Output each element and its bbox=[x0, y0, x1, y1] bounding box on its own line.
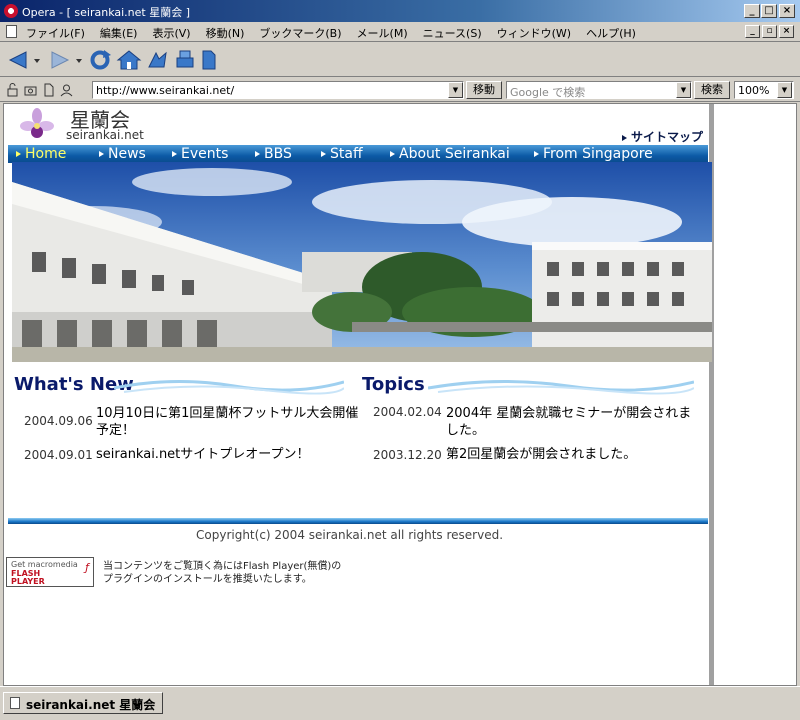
page-info-icon[interactable] bbox=[42, 83, 55, 97]
topic-item-link[interactable]: 第2回星蘭会が開会されました。 bbox=[446, 446, 704, 463]
flash-badge-line3: PLAYER bbox=[11, 577, 45, 586]
new-page-icon[interactable] bbox=[200, 49, 218, 71]
forward-icon[interactable] bbox=[48, 49, 72, 71]
nav-events-label: Events bbox=[181, 146, 229, 162]
forward-history-dropdown-icon[interactable] bbox=[74, 49, 84, 71]
page-viewport: 星蘭会 seirankai.net サイトマップ Home News Event… bbox=[3, 103, 797, 686]
close-button[interactable]: × bbox=[779, 4, 795, 18]
arrow-right-icon bbox=[255, 151, 260, 157]
flash-note-line2: プラグインのインストールを推奨いたします。 bbox=[103, 574, 312, 585]
footer-divider bbox=[8, 518, 708, 524]
arrow-right-icon bbox=[534, 151, 539, 157]
nav-news-label: News bbox=[108, 146, 146, 162]
print-icon[interactable] bbox=[174, 49, 196, 71]
zoom-dropdown[interactable]: ▼ bbox=[777, 82, 792, 98]
menu-navigate[interactable]: 移動(N) bbox=[206, 25, 245, 41]
security-icon[interactable] bbox=[6, 83, 19, 97]
window-title-bar: Opera - [ seirankai.net 星蘭会 ] _ □ × bbox=[0, 0, 800, 22]
search-engine-dropdown[interactable]: ▼ bbox=[676, 82, 691, 98]
menu-window[interactable]: ウィンドウ(W) bbox=[497, 25, 571, 41]
address-bar: http://www.seirankai.net/ ▼ 移動 Google で検… bbox=[0, 78, 800, 102]
copyright-text: Copyright(c) 2004 seirankai.net all righ… bbox=[196, 528, 504, 542]
page-tab[interactable]: seirankai.net 星蘭会 bbox=[3, 692, 163, 714]
nav-from-singapore[interactable]: From Singapore bbox=[534, 146, 653, 162]
news-date: 2004.09.06 bbox=[24, 414, 93, 428]
topic-item-link[interactable]: 2004年 星蘭会就職セミナーが開会されました。 bbox=[446, 405, 704, 439]
flash-badge-line1: Get macromedia bbox=[11, 560, 78, 569]
reload-icon[interactable] bbox=[88, 49, 112, 71]
menu-help[interactable]: ヘルプ(H) bbox=[586, 25, 636, 41]
arrow-right-icon bbox=[321, 151, 326, 157]
arrow-right-icon bbox=[172, 151, 177, 157]
home-icon[interactable] bbox=[116, 49, 142, 71]
address-history-dropdown[interactable]: ▼ bbox=[448, 82, 463, 98]
menu-mail[interactable]: メール(M) bbox=[357, 25, 408, 41]
flash-note-line1: 当コンテンツをご覧頂く為にはFlash Player(無償)の bbox=[103, 561, 342, 572]
mdi-restore-button[interactable]: ▫ bbox=[762, 25, 777, 38]
camera-icon[interactable] bbox=[24, 83, 37, 97]
address-input[interactable]: http://www.seirankai.net/ bbox=[92, 81, 464, 99]
nav-staff-label: Staff bbox=[330, 146, 363, 162]
page-tab-bar: seirankai.net 星蘭会 bbox=[0, 686, 800, 720]
orchid-logo-icon bbox=[20, 108, 54, 138]
arrow-right-icon bbox=[16, 151, 21, 157]
flash-player-badge[interactable]: Get macromedia FLASH PLAYER ƒ bbox=[6, 557, 94, 587]
search-input[interactable]: Google で検索 bbox=[506, 81, 692, 99]
nav-about[interactable]: About Seirankai bbox=[390, 146, 510, 162]
mdi-minimize-button[interactable]: _ bbox=[745, 25, 760, 38]
site-domain: seirankai.net bbox=[66, 128, 144, 142]
menu-edit[interactable]: 編集(E) bbox=[100, 25, 138, 41]
sitemap-label: サイトマップ bbox=[631, 130, 704, 144]
nav-bbs-label: BBS bbox=[264, 146, 292, 162]
news-item-link[interactable]: 10月10日に第1回星蘭杯フットサル大会開催予定！ bbox=[96, 405, 362, 439]
nav-from-singapore-label: From Singapore bbox=[543, 146, 653, 162]
opera-logo-icon bbox=[4, 4, 18, 18]
maximize-button[interactable]: □ bbox=[761, 4, 777, 18]
nav-home-label: Home bbox=[25, 146, 67, 162]
document-icon bbox=[6, 25, 17, 38]
menu-bar: ファイル(F) 編集(E) 表示(V) 移動(N) ブックマーク(B) メール(… bbox=[0, 22, 800, 42]
back-history-dropdown-icon[interactable] bbox=[32, 49, 42, 71]
document-icon bbox=[10, 697, 20, 709]
news-item-link[interactable]: seirankai.netサイトプレオープン！ bbox=[96, 446, 362, 463]
page-tab-label: seirankai.net 星蘭会 bbox=[26, 698, 156, 712]
nav-staff[interactable]: Staff bbox=[321, 146, 363, 162]
nav-bbs[interactable]: BBS bbox=[255, 146, 292, 162]
nav-about-label: About Seirankai bbox=[399, 146, 510, 162]
menu-news[interactable]: ニュース(S) bbox=[423, 25, 482, 41]
flash-logo-icon: ƒ bbox=[85, 561, 89, 574]
heading-swoosh-decoration bbox=[428, 379, 694, 395]
arrow-right-icon bbox=[99, 151, 104, 157]
site-nav: Home News Events BBS Staff About Seirank… bbox=[8, 145, 708, 163]
campus-banner-image bbox=[12, 162, 712, 362]
wand-icon[interactable] bbox=[146, 49, 170, 71]
topic-date: 2004.02.04 bbox=[373, 405, 442, 419]
nav-news[interactable]: News bbox=[99, 146, 146, 162]
nav-events[interactable]: Events bbox=[172, 146, 228, 162]
identity-icon[interactable] bbox=[60, 83, 73, 97]
menu-file[interactable]: ファイル(F) bbox=[26, 25, 85, 41]
arrow-right-icon bbox=[390, 151, 395, 157]
navigation-toolbar bbox=[0, 43, 800, 77]
nav-home[interactable]: Home bbox=[16, 146, 66, 162]
minimize-button[interactable]: _ bbox=[744, 4, 760, 18]
mdi-close-button[interactable]: × bbox=[779, 25, 794, 38]
window-title: Opera - [ seirankai.net 星蘭会 ] bbox=[22, 6, 191, 19]
flash-install-note: 当コンテンツをご覧頂く為にはFlash Player(無償)の プラグインのイン… bbox=[103, 560, 341, 586]
news-date: 2004.09.01 bbox=[24, 448, 93, 462]
search-button[interactable]: 検索 bbox=[694, 81, 730, 99]
topic-date: 2003.12.20 bbox=[373, 448, 442, 462]
back-icon[interactable] bbox=[6, 49, 30, 71]
sitemap-link[interactable]: サイトマップ bbox=[622, 128, 703, 145]
menu-view[interactable]: 表示(V) bbox=[152, 25, 190, 41]
menu-bookmarks[interactable]: ブックマーク(B) bbox=[259, 25, 341, 41]
heading-swoosh-decoration bbox=[114, 379, 344, 395]
go-button[interactable]: 移動 bbox=[466, 81, 502, 99]
arrow-right-icon bbox=[622, 134, 627, 141]
topics-heading: Topics bbox=[362, 374, 425, 395]
